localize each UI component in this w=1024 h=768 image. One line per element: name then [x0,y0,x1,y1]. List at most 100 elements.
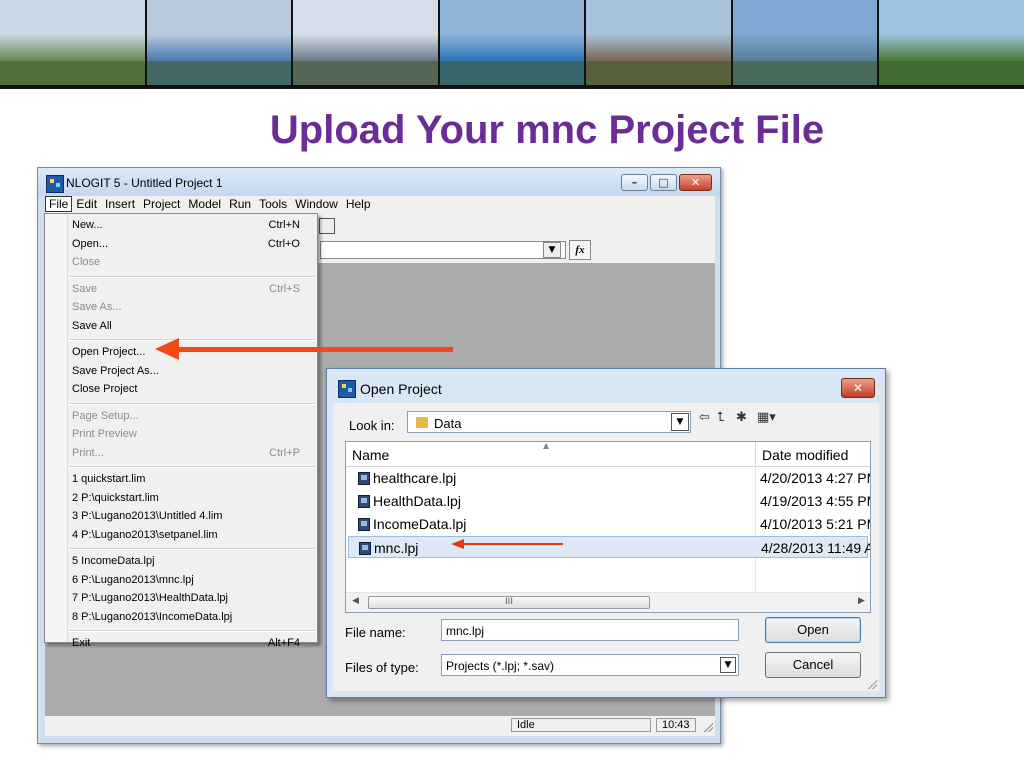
file-name: mnc.lpj [374,540,419,556]
window-title-bar[interactable]: NLOGIT 5 - Untitled Project 1 – □ ✕ [38,168,720,196]
menu-item-shortcut: Ctrl+P [269,446,300,459]
menu-item: Print... Ctrl+P [72,445,312,461]
open-button[interactable]: Open [765,617,861,643]
menu-tools[interactable]: Tools [255,196,291,212]
close-button[interactable]: ✕ [679,174,712,191]
resize-grip-icon[interactable] [867,679,877,689]
menu-item[interactable]: Save Project As... [72,363,312,379]
menu-item[interactable]: New... Ctrl+N [72,217,312,233]
view-menu-icon[interactable]: ▦▾ [757,410,776,425]
back-icon[interactable]: ⇦ [699,410,710,425]
scroll-left-icon[interactable]: ◀ [352,596,359,606]
menu-help[interactable]: Help [342,196,375,212]
column-date-modified[interactable]: Date modified [762,447,848,463]
menu-window[interactable]: Window [291,196,342,212]
horizontal-scrollbar[interactable]: ◀ III ▶ [346,592,870,612]
menu-item[interactable]: 3 P:\Lugano2013\Untitled 4.lim [72,508,312,524]
scroll-right-icon[interactable]: ▶ [858,596,865,606]
file-row[interactable]: healthcare.lpj 4/20/2013 4:27 PM [348,467,871,489]
photo-banner [0,0,1024,88]
menu-item: Save As... [72,299,312,315]
banner-photo [146,0,292,85]
menu-item[interactable]: 2 P:\quickstart.lim [72,490,312,506]
dialog-close-button[interactable]: ✕ [841,378,875,398]
menu-item-shortcut: Ctrl+O [267,237,300,250]
menu-item[interactable]: 1 quickstart.lim [72,471,312,487]
banner-photo [293,0,438,85]
command-combo[interactable] [320,241,566,259]
chevron-down-icon[interactable]: ▼ [720,657,736,673]
menu-gutter [45,214,68,642]
menu-item-label: Open... [72,237,109,250]
menu-item-label: Save All [72,319,112,332]
file-row[interactable]: mnc.lpj 4/28/2013 11:49 AM [348,536,870,558]
menu-item-label: Close [72,256,101,268]
file-row[interactable]: HealthData.lpj 4/19/2013 4:55 PM [348,490,871,512]
file-name: IncomeData.lpj [373,516,467,532]
banner-photo [439,0,585,85]
scroll-thumb[interactable]: III [368,596,650,609]
file-type-label: Files of type: [345,660,419,675]
menu-item-label: Save Project As... [72,364,159,377]
window-title: NLOGIT 5 - Untitled Project 1 [66,176,223,190]
cancel-button[interactable]: Cancel [765,652,861,678]
look-in-value: Data [434,416,462,431]
file-name-input[interactable]: mnc.lpj [441,619,739,641]
menu-item-shortcut: Ctrl+N [268,219,300,231]
file-date-modified: 4/19/2013 4:55 PM [760,493,871,509]
banner-photo [0,0,145,85]
menu-item-shortcut: Alt+F4 [267,637,300,649]
annotation-arrow-mnc-file [451,539,563,549]
chevron-down-icon[interactable]: ▼ [543,242,561,258]
menu-item-label: 4 P:\Lugano2013\setpanel.lim [72,528,218,541]
banner-photo [586,0,731,85]
file-date-modified: 4/10/2013 5:21 PM [760,516,871,532]
menu-insert[interactable]: Insert [101,196,139,212]
file-row[interactable]: IncomeData.lpj 4/10/2013 5:21 PM [348,513,871,535]
menu-separator [69,548,315,550]
menu-model[interactable]: Model [184,196,225,212]
menu-item-label: Page Setup... [72,409,139,422]
resize-grip-icon[interactable] [703,722,713,732]
menu-separator [69,339,315,341]
menu-item[interactable]: 8 P:\Lugano2013\IncomeData.lpj [72,609,312,625]
menu-item[interactable]: 4 P:\Lugano2013\setpanel.lim [72,527,312,543]
menu-item[interactable]: 5 IncomeData.lpj [72,553,312,569]
minimize-button[interactable]: – [621,174,648,191]
new-folder-icon[interactable]: ✱ [736,410,747,425]
menu-item[interactable]: 7 P:\Lugano2013\HealthData.lpj [72,590,312,606]
close-icon: ✕ [852,381,864,395]
dialog-title: Open Project [360,381,442,397]
file-type-value: Projects (*.lpj; *.sav) [446,659,555,673]
file-name-label: File name: [345,625,406,640]
menu-item-label: Print... [72,446,104,459]
file-date-modified: 4/28/2013 11:49 AM [761,540,870,556]
menu-item[interactable]: 6 P:\Lugano2013\mnc.lpj [72,572,312,588]
menu-item[interactable]: Exit Alt+F4 [72,635,312,651]
file-menu: New... Ctrl+N Open... Ctrl+O Close Save Ctrl+S… [44,213,318,649]
menu-item: Page Setup... [72,408,312,424]
toolbar-icon[interactable] [319,218,335,234]
fx-button[interactable]: fx [569,240,591,260]
column-divider[interactable] [755,442,756,466]
menu-file[interactable]: File [45,196,73,212]
column-name[interactable]: Name [352,447,389,463]
menu-item: Print Preview [72,426,312,442]
up-folder-icon[interactable]: ⮤ [717,410,725,425]
file-date-modified: 4/20/2013 4:27 PM [760,470,871,486]
look-in-combo[interactable]: Data [407,411,691,433]
file-list: Name ▲ Date modified healthcare.lpj 4/20/… [345,441,871,613]
menu-item-label: 8 P:\Lugano2013\IncomeData.lpj [72,610,233,623]
project-file-icon [358,472,370,485]
menu-item[interactable]: Save All [72,318,312,334]
menu-separator [69,466,315,468]
maximize-button[interactable]: □ [650,174,677,191]
menu-item[interactable]: Open... Ctrl+O [72,236,312,252]
chevron-down-icon[interactable]: ▼ [671,413,689,431]
annotation-arrow-open-project [155,338,453,360]
menu-project[interactable]: Project [139,196,184,212]
menu-edit[interactable]: Edit [72,196,101,212]
file-type-select[interactable]: Projects (*.lpj; *.sav) ▼ [441,654,739,676]
menu-item[interactable]: Close Project [72,381,312,397]
menu-run[interactable]: Run [225,196,255,212]
